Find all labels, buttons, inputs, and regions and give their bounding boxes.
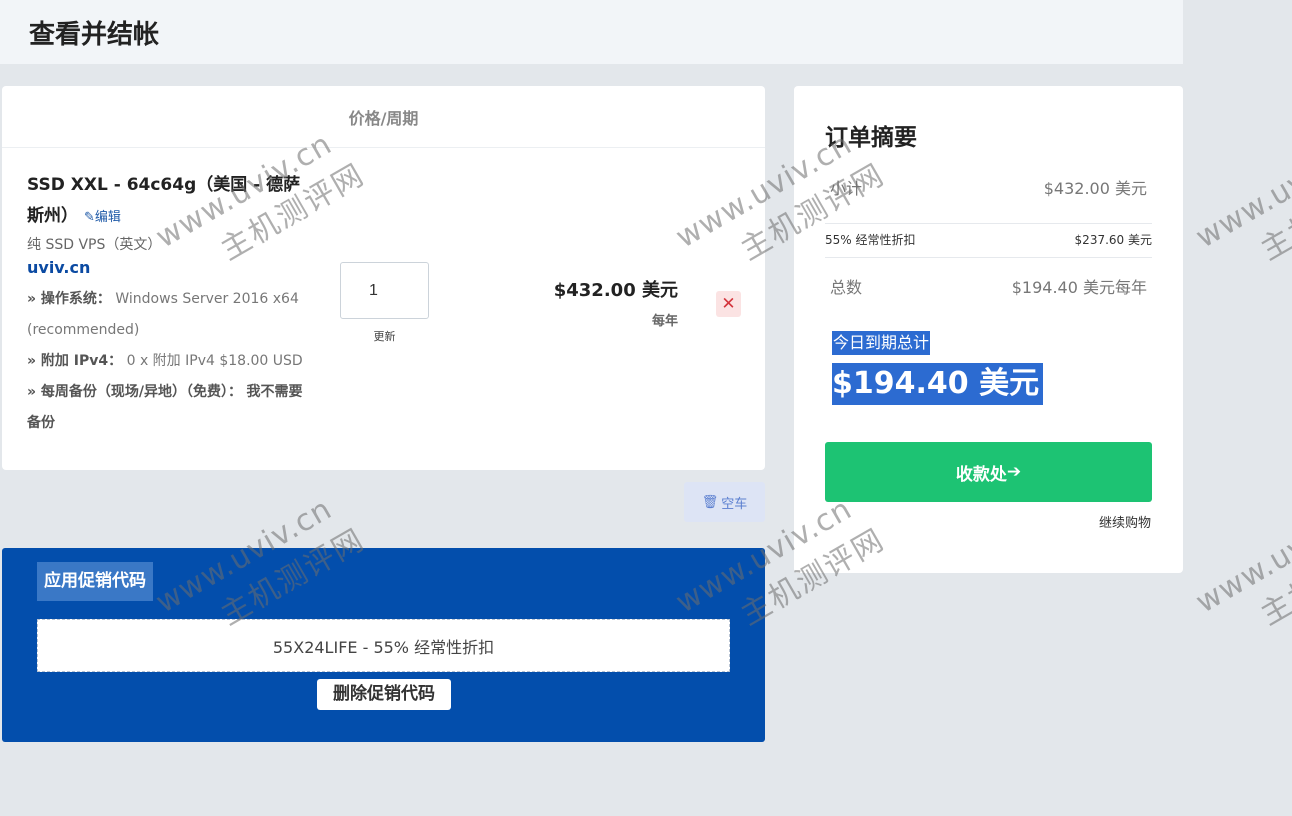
divider [825,223,1152,224]
remove-item-button[interactable]: ✕ [716,291,741,317]
product-name-text: SSD XXL - 64c64g（美国 - 德萨斯州） [27,175,301,226]
empty-cart-label: 空车 [721,496,748,512]
product-group: 纯 SSD VPS（英文） [27,237,162,253]
config-list: » 操作系统： Windows Server 2016 x64 (recomme… [27,284,312,439]
subtotal-label: 小计 [830,179,863,198]
subtotal-row: 小计 $432.00 美元 [825,175,1152,199]
edit-product-link[interactable]: ✎编辑 [84,210,121,225]
continue-shopping-link[interactable]: 继续购物 [1024,512,1151,531]
quantity-input[interactable] [340,262,429,319]
discount-row: 55% 经常性折扣 $237.60 美元 [825,227,1152,251]
total-label: 总数 [830,278,863,297]
edit-label: 编辑 [94,210,121,225]
due-today-amount: $194.40 美元 [832,363,1044,405]
arrow-right-icon: ➔ [1006,462,1022,482]
watermark: www.uviv.cn 主机测评网 [1190,120,1292,293]
pencil-icon: ✎ [84,210,95,225]
config-item-backup: » 每周备份（现场/异地）（免费）： 我不需要备份 [27,377,312,439]
close-icon: ✕ [721,294,736,313]
watermark: www.uviv.cn 主机测评网 [1190,485,1292,658]
watermark-url: www.uviv.cn [1190,491,1292,621]
promo-title: 应用促销代码 [37,562,153,601]
config-label: » 附加 IPv4： [27,353,123,369]
page-title: 查看并结帐 [29,20,160,50]
watermark-text: 主机测评网 [1254,157,1292,268]
product-name: SSD XXL - 64c64g（美国 - 德萨斯州） ✎编辑 [27,170,317,233]
item-price: $432.00 美元 [553,280,678,301]
discount-label: 55% 经常性折扣 [825,232,916,247]
order-summary-panel: 订单摘要 小计 $432.00 美元 55% 经常性折扣 $237.60 美元 … [794,86,1183,573]
due-today-label: 今日到期总计 [832,331,931,355]
watermark-url: www.uviv.cn [1190,126,1292,256]
config-item-os: » 操作系统： Windows Server 2016 x64 (recomme… [27,284,312,346]
summary-title: 订单摘要 [825,125,917,151]
subtotal-value: $432.00 美元 [1043,179,1147,198]
config-item-ipv4: » 附加 IPv4： 0 x 附加 IPv4 $18.00 USD [27,346,312,377]
promo-panel: 应用促销代码 55X24LIFE - 55% 经常性折扣 删除促销代码 [2,548,765,742]
trash-icon: 🗑 [701,494,719,510]
checkout-button[interactable]: 收款处 ➔ [825,442,1152,502]
config-value: 0 x 附加 IPv4 $18.00 USD [126,353,303,369]
applied-promo-code: 55X24LIFE - 55% 经常性折扣 [37,619,730,672]
product-domain: uviv.cn [27,258,91,277]
config-label: » 操作系统： [27,291,111,307]
config-label: » 每周备份（现场/异地）（免费）： [27,384,243,400]
divider [825,257,1152,258]
total-row: 总数 $194.40 美元每年 [825,274,1152,298]
empty-cart-button[interactable]: 🗑 空车 [684,482,765,522]
total-value: $194.40 美元每年 [1011,278,1147,297]
watermark-text: 主机测评网 [1254,522,1292,633]
checkout-label: 收款处 [955,464,1007,485]
update-quantity-link[interactable]: 更新 [340,328,429,344]
remove-promo-button[interactable]: 删除促销代码 [317,679,451,710]
page-header: 查看并结帐 [0,0,1183,64]
cart-panel: 价格/周期 SSD XXL - 64c64g（美国 - 德萨斯州） ✎编辑 纯 S… [2,86,765,470]
cart-column-header: 价格/周期 [2,86,765,148]
item-billing-cycle: 每年 [651,314,678,329]
discount-value: $237.60 美元 [1074,232,1152,247]
